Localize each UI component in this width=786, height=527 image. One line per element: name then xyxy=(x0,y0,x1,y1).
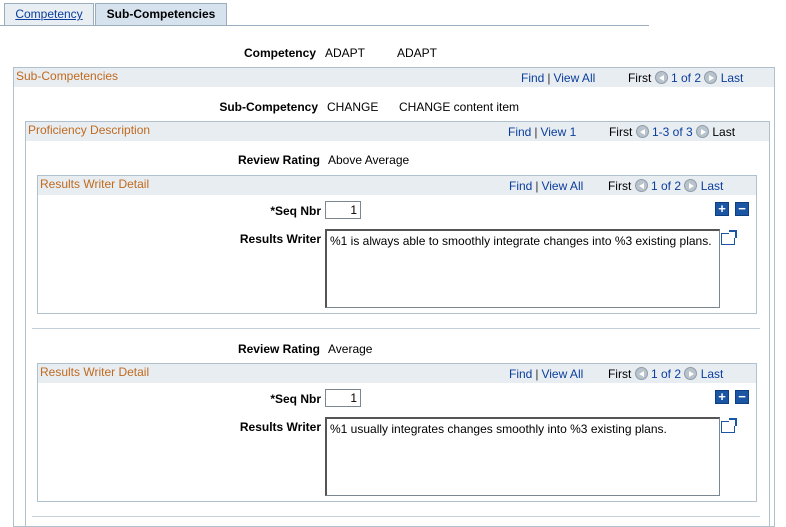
row-count: 1 of 2 xyxy=(650,179,682,193)
right-arrow-icon[interactable] xyxy=(684,179,698,192)
plus-icon[interactable]: + xyxy=(715,202,729,216)
right-arrow-icon[interactable] xyxy=(704,71,718,84)
sub-competency-description: CHANGE content item xyxy=(399,100,520,114)
minus-icon[interactable]: − xyxy=(735,202,749,216)
sub-competency-label: Sub-Competency xyxy=(219,100,318,114)
seq-nbr-label: *Seq Nbr xyxy=(270,204,321,218)
minus-icon[interactable]: − xyxy=(735,390,749,404)
review-rating-label: Review Rating xyxy=(237,342,320,356)
row-divider xyxy=(32,516,760,517)
sub-competency-code: CHANGE xyxy=(327,100,379,114)
row-count: 1 of 2 xyxy=(650,367,682,381)
competency-description: ADAPT xyxy=(397,46,438,60)
first-label: First xyxy=(607,367,632,381)
results-writer-nav: Find | View All First 1 of 2 Last xyxy=(509,179,723,193)
results-writer-nav: Find | View All First 1 of 2 Last xyxy=(509,367,723,381)
competency-code: ADAPT xyxy=(325,46,366,60)
view-all-link[interactable]: View All xyxy=(541,179,583,193)
last-link[interactable]: Last xyxy=(721,71,744,85)
row-count: 1 of 2 xyxy=(670,71,702,85)
sub-competencies-title: Sub-Competencies xyxy=(16,69,119,83)
find-link[interactable]: Find xyxy=(521,71,544,85)
find-link[interactable]: Find xyxy=(508,125,531,139)
last-label: Last xyxy=(712,125,736,139)
right-arrow-icon[interactable] xyxy=(684,367,698,380)
results-writer-textarea[interactable]: %1 usually integrates changes smoothly i… xyxy=(325,417,720,496)
left-arrow-icon[interactable] xyxy=(654,71,668,84)
seq-nbr-input[interactable]: 1 xyxy=(325,389,361,407)
seq-nbr-input[interactable]: 1 xyxy=(325,201,361,219)
tab-sub-competencies[interactable]: Sub-Competencies xyxy=(95,3,227,26)
review-rating-value: Average xyxy=(328,342,373,356)
tab-competency[interactable]: Competency xyxy=(4,3,94,26)
first-label: First xyxy=(607,179,632,193)
row-count: 1-3 of 3 xyxy=(651,125,693,139)
proficiency-title: Proficiency Description xyxy=(28,123,151,137)
results-writer-label: Results Writer xyxy=(239,420,321,434)
sub-competencies-nav: Find | View All First 1 of 2 Last xyxy=(521,71,743,85)
last-link[interactable]: Last xyxy=(701,367,724,381)
view-all-link[interactable]: View All xyxy=(541,367,583,381)
expand-icon[interactable] xyxy=(721,418,737,433)
right-arrow-icon[interactable] xyxy=(696,125,710,138)
review-rating-label: Review Rating xyxy=(237,153,320,167)
results-writer-label: Results Writer xyxy=(239,232,321,246)
tab-divider xyxy=(0,25,649,26)
expand-icon[interactable] xyxy=(721,230,737,245)
row-divider xyxy=(32,328,760,329)
find-link[interactable]: Find xyxy=(509,367,532,381)
review-rating-value: Above Average xyxy=(328,153,410,167)
last-link[interactable]: Last xyxy=(701,179,724,193)
results-writer-textarea[interactable]: %1 is always able to smoothly integrate … xyxy=(325,229,720,308)
left-arrow-icon[interactable] xyxy=(634,179,648,192)
view-1-link[interactable]: View 1 xyxy=(540,125,576,139)
competency-label: Competency xyxy=(243,46,316,60)
results-writer-title: Results Writer Detail xyxy=(40,365,150,379)
results-writer-title: Results Writer Detail xyxy=(40,177,150,191)
first-label: First xyxy=(608,125,633,139)
left-arrow-icon[interactable] xyxy=(635,125,649,138)
find-link[interactable]: Find xyxy=(509,179,532,193)
left-arrow-icon[interactable] xyxy=(634,367,648,380)
plus-icon[interactable]: + xyxy=(715,390,729,404)
proficiency-nav: Find | View 1 First 1-3 of 3 Last xyxy=(508,125,735,139)
view-all-link[interactable]: View All xyxy=(553,71,595,85)
first-label: First xyxy=(627,71,652,85)
seq-nbr-label: *Seq Nbr xyxy=(270,392,321,406)
